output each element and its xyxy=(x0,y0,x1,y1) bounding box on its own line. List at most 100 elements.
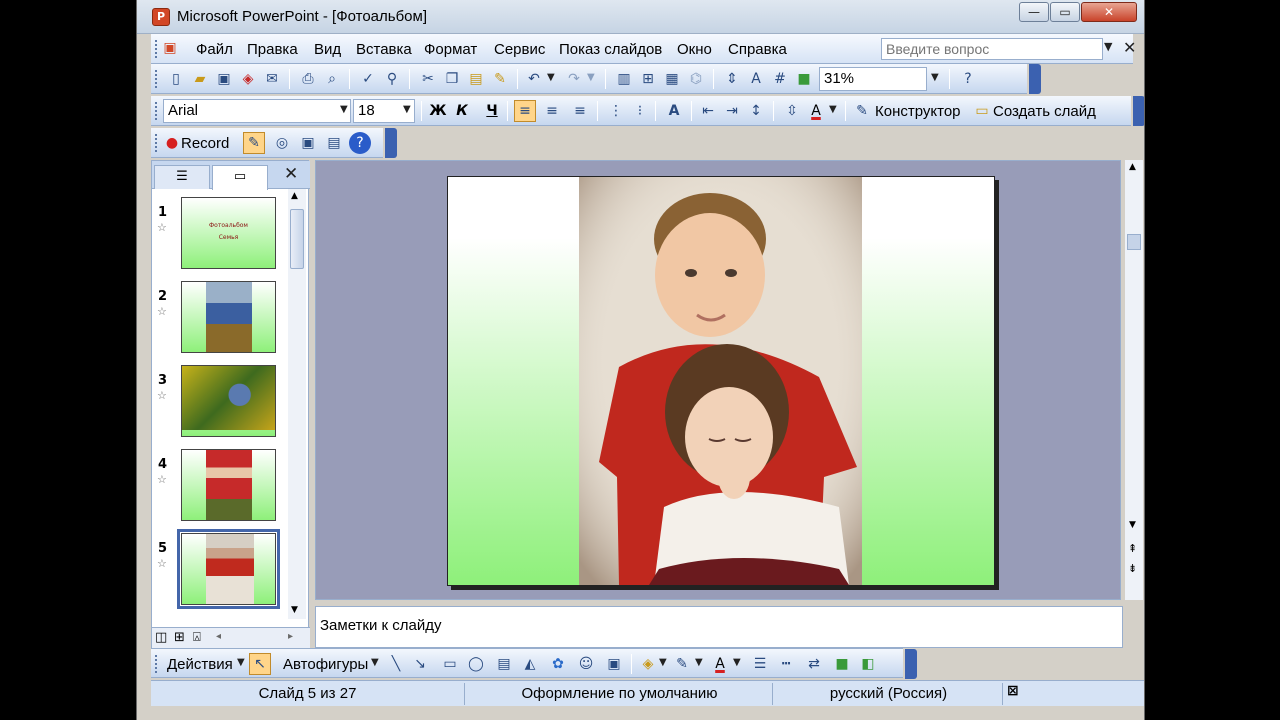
italic-button[interactable]: К xyxy=(451,100,473,122)
fill-color-icon[interactable]: ◈ xyxy=(637,653,659,675)
new-slide-icon[interactable]: ▭ xyxy=(971,100,993,122)
record-button[interactable]: Record xyxy=(181,135,229,152)
tab-slides[interactable]: ▭ xyxy=(212,165,268,190)
design-template[interactable]: Оформление по умолчанию xyxy=(467,683,773,705)
document-icon[interactable]: ▣ xyxy=(159,37,181,59)
menu-edit[interactable]: Правка xyxy=(247,41,298,58)
webcam-icon[interactable]: ◎ xyxy=(271,132,293,154)
record-icon[interactable]: ● xyxy=(161,132,183,154)
tables-borders-icon[interactable]: ▦ xyxy=(661,68,683,90)
dash-style-icon[interactable]: ┅ xyxy=(775,653,797,675)
chevron-down-icon[interactable]: ▼ xyxy=(340,104,348,115)
align-left-icon[interactable]: ≡ xyxy=(514,100,536,122)
table-icon[interactable]: ⊞ xyxy=(637,68,659,90)
picture-icon[interactable]: ▣ xyxy=(603,653,625,675)
actions-menu[interactable]: Действия xyxy=(167,656,233,673)
scroll-thumb[interactable] xyxy=(1127,234,1141,250)
chevron-down-icon[interactable]: ▼ xyxy=(695,657,703,668)
close-button[interactable]: ✕ xyxy=(1081,2,1137,22)
research-icon[interactable]: ⚲ xyxy=(381,68,403,90)
menu-help[interactable]: Справка xyxy=(728,41,787,58)
chevron-down-icon[interactable]: ▼ xyxy=(829,104,837,115)
normal-view-icon[interactable]: ◫ xyxy=(155,630,167,645)
scroll-right-icon[interactable]: ▸ xyxy=(288,631,293,642)
numbering-icon[interactable]: ⋮ xyxy=(605,100,627,122)
menu-slideshow[interactable]: Показ слайдов xyxy=(559,41,662,58)
3d-style-icon[interactable]: ◧ xyxy=(857,653,879,675)
tab-outline[interactable]: ☰ xyxy=(154,165,210,189)
scroll-up-icon[interactable]: ▲ xyxy=(1129,162,1136,172)
scroll-left-icon[interactable]: ◂ xyxy=(216,631,221,642)
font-color-icon[interactable]: A xyxy=(709,653,731,675)
slide-photo[interactable] xyxy=(579,177,862,585)
slide-thumbnail-2[interactable]: 2 ☆ xyxy=(152,281,282,357)
line-style-icon[interactable]: ☰ xyxy=(749,653,771,675)
expand-all-icon[interactable]: ⇕ xyxy=(721,68,743,90)
format-painter-icon[interactable]: ✎ xyxy=(489,68,511,90)
spelling-icon[interactable]: ✓ xyxy=(357,68,379,90)
chevron-down-icon[interactable]: ▼ xyxy=(403,104,411,115)
chart-icon[interactable]: ▥ xyxy=(613,68,635,90)
toolbar-options-icon[interactable] xyxy=(1133,96,1144,126)
email-icon[interactable]: ✉ xyxy=(261,68,283,90)
save-icon[interactable]: ▣ xyxy=(213,68,235,90)
increase-indent-icon[interactable]: ⇥ xyxy=(721,100,743,122)
bullets-icon[interactable]: ⁝ xyxy=(629,100,651,122)
chevron-down-icon[interactable]: ▼ xyxy=(931,72,939,83)
print-preview-icon[interactable]: ⌕ xyxy=(321,68,343,90)
paste-icon[interactable]: ▤ xyxy=(465,68,487,90)
menu-insert[interactable]: Вставка xyxy=(356,41,412,58)
clipart-icon[interactable]: ☺ xyxy=(575,653,597,675)
menu-format[interactable]: Формат xyxy=(424,41,477,58)
arrow-icon[interactable]: ↘ xyxy=(409,653,431,675)
arrow-style-icon[interactable]: ⇄ xyxy=(803,653,825,675)
chevron-down-icon[interactable]: ▼ xyxy=(659,657,667,668)
toolbar-options-icon[interactable] xyxy=(1029,64,1041,94)
menu-file[interactable]: Файл xyxy=(196,41,233,58)
notes-pane[interactable]: Заметки к слайду xyxy=(315,606,1123,648)
help-icon[interactable]: ? xyxy=(349,132,371,154)
toolbar-options-icon[interactable] xyxy=(385,128,397,158)
align-right-icon[interactable]: ≡ xyxy=(569,100,591,122)
select-arrow-icon[interactable]: ↖ xyxy=(249,653,271,675)
autoshapes-menu[interactable]: Автофигуры xyxy=(283,656,368,673)
align-center-icon[interactable]: ≡ xyxy=(541,100,563,122)
previous-slide-icon[interactable]: ⇞ xyxy=(1128,542,1137,555)
help-icon[interactable]: ? xyxy=(957,68,979,90)
scroll-down-icon[interactable]: ▼ xyxy=(291,605,298,615)
font-color-icon[interactable]: A xyxy=(805,100,827,122)
open-icon[interactable]: ▰ xyxy=(189,68,211,90)
minimize-button[interactable]: — xyxy=(1019,2,1049,22)
textbox-icon[interactable]: ▤ xyxy=(493,653,515,675)
grid-icon[interactable]: # xyxy=(769,68,791,90)
toolbar-grip[interactable] xyxy=(155,70,159,88)
menu-tools[interactable]: Сервис xyxy=(494,41,545,58)
slides-scrollbar[interactable]: ▲ ▼ xyxy=(288,189,306,619)
chevron-down-icon[interactable]: ▼ xyxy=(587,72,595,83)
spelling-status-icon[interactable]: ⊠ xyxy=(1007,683,1019,699)
wordart-icon[interactable]: ◭ xyxy=(519,653,541,675)
chevron-down-icon[interactable]: ▼ xyxy=(1104,40,1112,53)
toolbar-grip[interactable] xyxy=(155,655,159,673)
copy-icon[interactable]: ❐ xyxy=(441,68,463,90)
designer-button[interactable]: Конструктор xyxy=(875,103,961,120)
permission-icon[interactable]: ◈ xyxy=(237,68,259,90)
decrease-indent-icon[interactable]: ⇤ xyxy=(697,100,719,122)
screen-icon[interactable]: ▣ xyxy=(297,132,319,154)
chevron-down-icon[interactable]: ▼ xyxy=(547,72,555,83)
underline-button[interactable]: Ч xyxy=(481,100,503,122)
scroll-down-icon[interactable]: ▼ xyxy=(1129,520,1136,530)
help-search-input[interactable] xyxy=(881,38,1103,60)
toolbar-grip[interactable] xyxy=(155,102,159,120)
presentation-icon[interactable]: ▤ xyxy=(323,132,345,154)
pen-icon[interactable]: ✎ xyxy=(243,132,265,154)
slide-thumbnail-5[interactable]: 5 ☆ xyxy=(152,529,282,609)
undo-icon[interactable]: ↶ xyxy=(523,68,545,90)
increase-font-icon[interactable]: A xyxy=(663,100,685,122)
slide-sorter-icon[interactable]: ⊞ xyxy=(174,630,185,645)
next-slide-icon[interactable]: ⇟ xyxy=(1128,562,1137,575)
powerpoint-icon[interactable]: P xyxy=(152,8,170,26)
new-icon[interactable]: ▯ xyxy=(165,68,187,90)
hyperlink-icon[interactable]: ⌬ xyxy=(685,68,707,90)
show-formatting-icon[interactable]: A xyxy=(745,68,767,90)
